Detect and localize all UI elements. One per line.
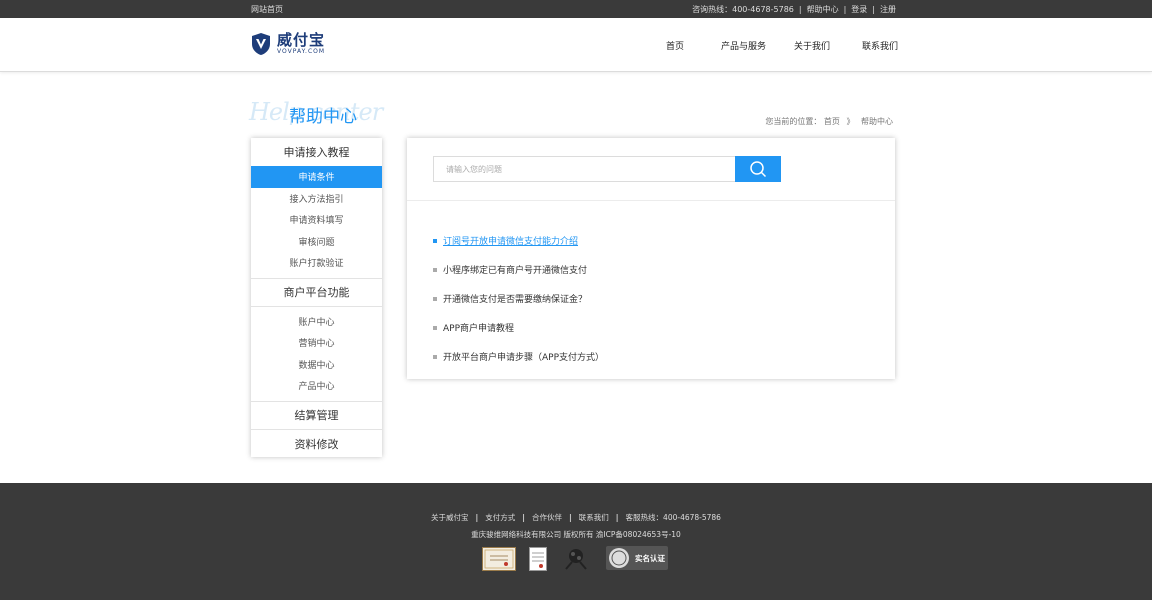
login-link[interactable]: 登录 bbox=[851, 4, 867, 15]
sidebar-group-apply-items: 申请条件 接入方法指引 申请资料填写 审核问题 账户打款验证 bbox=[251, 166, 382, 279]
footer-link-payment[interactable]: 支付方式 bbox=[485, 513, 515, 522]
real-name-badge-label: 实名认证 bbox=[635, 554, 665, 563]
separator: | bbox=[798, 5, 802, 14]
footer-link-partners[interactable]: 合作伙伴 bbox=[532, 513, 562, 522]
divider bbox=[407, 200, 895, 201]
breadcrumb-prefix: 您当前的位置： bbox=[765, 117, 822, 126]
search-input[interactable] bbox=[433, 156, 735, 182]
list-item[interactable]: 订阅号开放申请微信支付能力介绍 bbox=[433, 226, 604, 255]
question-link[interactable]: 开放平台商户申请步骤（APP支付方式） bbox=[443, 350, 604, 363]
nav-products[interactable]: 产品与服务 bbox=[721, 39, 766, 52]
nav-contact[interactable]: 联系我们 bbox=[862, 39, 898, 52]
bullet-icon bbox=[433, 354, 437, 359]
breadcrumb: 您当前的位置： 首页 》 帮助中心 bbox=[765, 116, 893, 127]
bullet-icon bbox=[433, 238, 437, 243]
help-center-link[interactable]: 帮助中心 bbox=[807, 4, 839, 15]
page-title: Help center 帮助中心 bbox=[249, 96, 389, 136]
sidebar-item-method[interactable]: 接入方法指引 bbox=[251, 188, 382, 210]
separator: | bbox=[843, 5, 847, 14]
separator: | bbox=[872, 5, 875, 14]
sidebar-item-account[interactable]: 账户中心 bbox=[251, 311, 382, 333]
register-link[interactable]: 注册 bbox=[880, 4, 896, 15]
sidebar-item-review[interactable]: 审核问题 bbox=[251, 231, 382, 253]
nav-home[interactable]: 首页 bbox=[666, 39, 684, 52]
sidebar-item-conditions[interactable]: 申请条件 bbox=[251, 166, 382, 188]
sidebar-group-merchant[interactable]: 商户平台功能 bbox=[251, 279, 382, 307]
top-bar-links: 咨询热线：400-4678-5786 | 帮助中心 | 登录 | 注册 bbox=[692, 4, 896, 15]
help-sidebar: 申请接入教程 申请条件 接入方法指引 申请资料填写 审核问题 账户打款验证 商户… bbox=[251, 138, 382, 457]
security-badge-icon[interactable] bbox=[562, 545, 590, 571]
footer-hotline: 客服热线：400-4678-5786 bbox=[625, 513, 721, 522]
site-home-link[interactable]: 网站首页 bbox=[251, 4, 283, 15]
search-icon bbox=[750, 161, 767, 178]
separator: | bbox=[475, 513, 479, 522]
footer-link-contact[interactable]: 联系我们 bbox=[579, 513, 609, 522]
bullet-icon bbox=[433, 325, 437, 330]
breadcrumb-current: 帮助中心 bbox=[861, 117, 893, 126]
footer-links: 关于威付宝 | 支付方式 | 合作伙伴 | 联系我们 | 客服热线：400-4678-5786 bbox=[0, 512, 1152, 523]
separator: | bbox=[615, 513, 619, 522]
footer-copyright: 重庆骏维网络科技有限公司 版权所有 渝ICP备08024653号-10 bbox=[471, 530, 681, 539]
site-header: 威付宝 VOVPAY.COM 首页 产品与服务 关于我们 联系我们 bbox=[0, 18, 1152, 72]
page-title-main: 帮助中心 bbox=[289, 107, 357, 127]
question-link[interactable]: APP商户申请教程 bbox=[443, 321, 514, 334]
sidebar-item-materials[interactable]: 申请资料填写 bbox=[251, 209, 382, 231]
sidebar-group-profile[interactable]: 资料修改 bbox=[251, 430, 382, 458]
question-link[interactable]: 订阅号开放申请微信支付能力介绍 bbox=[443, 234, 578, 247]
sidebar-group-apply[interactable]: 申请接入教程 bbox=[251, 138, 382, 166]
nav-about[interactable]: 关于我们 bbox=[794, 39, 830, 52]
breadcrumb-separator: 》 bbox=[846, 117, 855, 126]
bullet-icon bbox=[433, 267, 437, 272]
sidebar-item-product[interactable]: 产品中心 bbox=[251, 375, 382, 397]
site-footer: 关于威付宝 | 支付方式 | 合作伙伴 | 联系我们 | 客服热线：400-4678-5786 … bbox=[0, 483, 1152, 600]
breadcrumb-home[interactable]: 首页 bbox=[824, 117, 840, 126]
hotline-text: 咨询热线：400-4678-5786 bbox=[692, 5, 794, 14]
sidebar-item-verify[interactable]: 账户打款验证 bbox=[251, 252, 382, 274]
sidebar-item-marketing[interactable]: 营销中心 bbox=[251, 332, 382, 354]
question-list: 订阅号开放申请微信支付能力介绍 小程序绑定已有商户号开通微信支付 开通微信支付是… bbox=[433, 226, 604, 371]
license-badge-icon[interactable] bbox=[529, 547, 547, 571]
footer-link-about[interactable]: 关于威付宝 bbox=[431, 513, 469, 522]
list-item[interactable]: APP商户申请教程 bbox=[433, 313, 604, 342]
main-nav: 首页 产品与服务 关于我们 联系我们 bbox=[0, 39, 1152, 53]
footer-badges: 实名认证 bbox=[0, 545, 1152, 571]
question-link[interactable]: 开通微信支付是否需要缴纳保证金？ bbox=[443, 292, 587, 305]
separator: | bbox=[522, 513, 526, 522]
top-bar: 网站首页 咨询热线：400-4678-5786 | 帮助中心 | 登录 | 注册 bbox=[0, 0, 1152, 18]
list-item[interactable]: 开通微信支付是否需要缴纳保证金？ bbox=[433, 284, 604, 313]
sidebar-item-data[interactable]: 数据中心 bbox=[251, 354, 382, 376]
list-item[interactable]: 小程序绑定已有商户号开通微信支付 bbox=[433, 255, 604, 284]
separator: | bbox=[569, 513, 572, 522]
search-button[interactable] bbox=[735, 156, 781, 182]
sidebar-group-merchant-items: 账户中心 营销中心 数据中心 产品中心 bbox=[251, 307, 382, 402]
sidebar-group-settlement[interactable]: 结算管理 bbox=[251, 402, 382, 430]
certificate-badge-icon[interactable] bbox=[482, 547, 516, 571]
search-bar bbox=[433, 156, 781, 182]
bullet-icon bbox=[433, 296, 437, 301]
help-content-panel: 订阅号开放申请微信支付能力介绍 小程序绑定已有商户号开通微信支付 开通微信支付是… bbox=[407, 138, 895, 379]
question-link[interactable]: 小程序绑定已有商户号开通微信支付 bbox=[443, 263, 587, 276]
list-item[interactable]: 开放平台商户申请步骤（APP支付方式） bbox=[433, 342, 604, 371]
